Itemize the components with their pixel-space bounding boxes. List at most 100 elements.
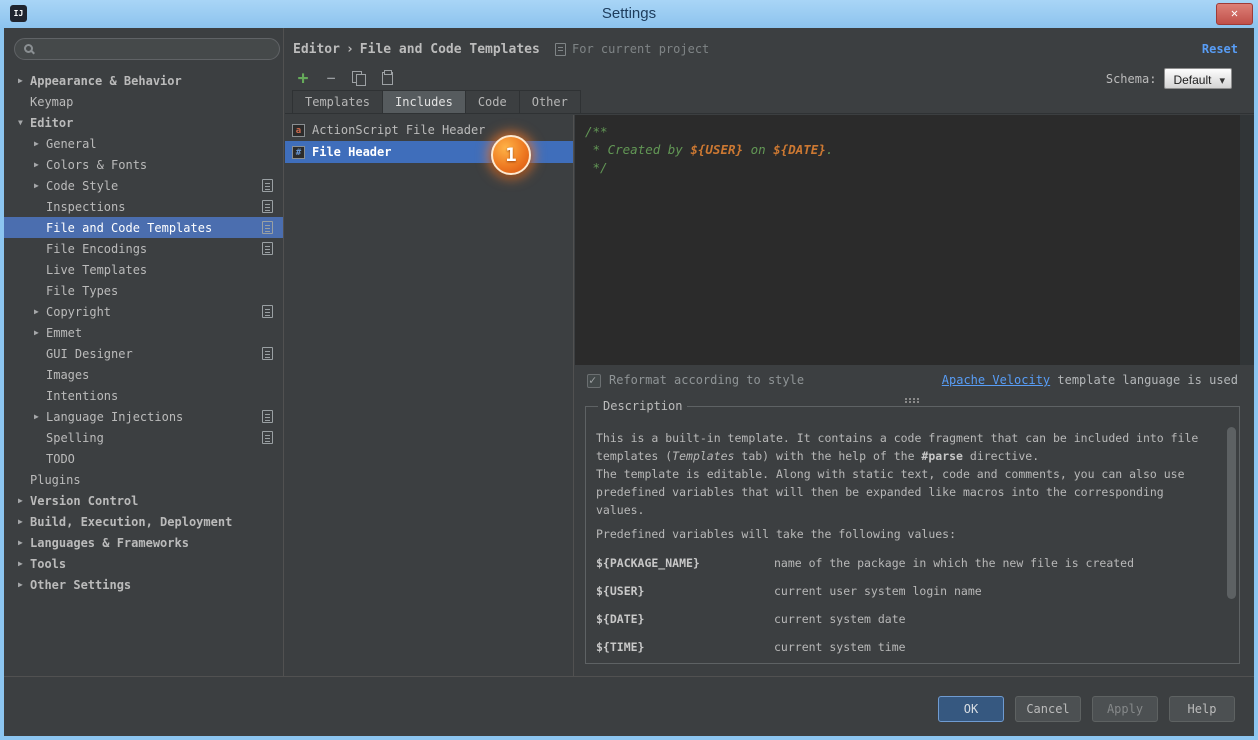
chevron-right-icon[interactable] [34, 181, 46, 190]
code-line-2: * Created by ${USER} on ${DATE}. [585, 142, 834, 157]
editor-scrollbar-track[interactable] [1240, 115, 1254, 365]
variable-row: ${PACKAGE_NAME} name of the package in wh… [596, 549, 1213, 577]
minus-icon [326, 69, 335, 87]
sidebar-item-inspections[interactable]: Inspections [4, 196, 283, 217]
variable-row: ${USER} current user system login name [596, 577, 1213, 605]
sidebar-item-emmet[interactable]: Emmet [4, 322, 283, 343]
sidebar-item-build-execution-deployment[interactable]: Build, Execution, Deployment [4, 511, 283, 532]
schema-dropdown[interactable]: Default [1164, 68, 1232, 89]
breadcrumb: Editor › File and Code Templates [293, 42, 540, 57]
sidebar-item-file-encodings[interactable]: File Encodings [4, 238, 283, 259]
sidebar-item-todo[interactable]: TODO [4, 448, 283, 469]
sidebar-item-languages-frameworks[interactable]: Languages & Frameworks [4, 532, 283, 553]
chevron-right-icon[interactable] [18, 496, 30, 505]
tab-includes[interactable]: Includes [382, 90, 466, 113]
project-scope-icon [555, 42, 566, 56]
sidebar-item-spelling[interactable]: Spelling [4, 427, 283, 448]
description-panel: Description This is a built-in template.… [585, 399, 1240, 664]
tab-templates[interactable]: Templates [292, 90, 384, 113]
sidebar-item-other-settings[interactable]: Other Settings [4, 574, 283, 595]
chevron-right-icon[interactable] [18, 559, 30, 568]
reformat-row: Reformat according to style Apache Veloc… [575, 365, 1254, 397]
reformat-checkbox[interactable] [587, 373, 601, 388]
apply-button[interactable]: Apply [1092, 696, 1158, 722]
schema-label: Schema: [1105, 71, 1157, 86]
per-project-settings-icon [262, 410, 273, 423]
per-project-settings-icon [262, 221, 273, 234]
chevron-right-icon[interactable] [34, 328, 46, 337]
code-line-1: /** [585, 124, 608, 139]
sidebar-item-intentions[interactable]: Intentions [4, 385, 283, 406]
reset-link[interactable]: Reset [1202, 42, 1238, 56]
template-variable-user: ${USER} [690, 142, 744, 157]
sidebar-item-copyright[interactable]: Copyright [4, 301, 283, 322]
titlebar: IJ Settings [0, 0, 1258, 28]
sidebar-item-live-templates[interactable]: Live Templates [4, 259, 283, 280]
include-template-icon: # [292, 145, 305, 159]
sidebar-item-tools[interactable]: Tools [4, 553, 283, 574]
chevron-right-icon[interactable] [34, 139, 46, 148]
chevron-right-icon[interactable] [18, 76, 30, 85]
variable-value: name of the package in which the new fil… [774, 556, 1135, 570]
reformat-label: Reformat according to style [609, 373, 805, 387]
sidebar-item-editor[interactable]: Editor [4, 112, 283, 133]
actionscript-file-icon: a [292, 123, 305, 137]
apache-velocity-link[interactable]: Apache Velocity [942, 373, 1050, 387]
variable-row: ${TIME} current system time [596, 633, 1213, 657]
sidebar-item-file-types[interactable]: File Types [4, 280, 283, 301]
sidebar-item-plugins[interactable]: Plugins [4, 469, 283, 490]
chevron-right-icon[interactable] [18, 580, 30, 589]
sidebar-item-colors-fonts[interactable]: Colors & Fonts [4, 154, 283, 175]
description-text: This is a built-in template. It contains… [596, 429, 1213, 657]
breadcrumb-editor[interactable]: Editor [293, 42, 340, 57]
description-scrollbar-thumb[interactable] [1227, 427, 1236, 599]
cancel-button[interactable]: Cancel [1015, 696, 1081, 722]
tab-other[interactable]: Other [518, 90, 581, 113]
remove-template-button[interactable] [319, 67, 343, 89]
footer-bar: OK Cancel Apply Help [4, 676, 1254, 736]
sidebar-item-gui-designer[interactable]: GUI Designer [4, 343, 283, 364]
sidebar-item-file-and-code-templates[interactable]: File and Code Templates [4, 217, 283, 238]
copy-icon [352, 71, 366, 86]
template-editor[interactable]: /** * Created by ${USER} on ${DATE}. */ [575, 115, 1254, 365]
reset-template-button[interactable] [375, 67, 399, 89]
splitter-grip[interactable] [905, 398, 907, 400]
search-input[interactable] [41, 40, 271, 58]
per-project-settings-icon [262, 242, 273, 255]
chevron-right-icon[interactable] [34, 307, 46, 316]
help-button[interactable]: Help [1169, 696, 1235, 722]
step-annotation-1: 1 [491, 135, 531, 175]
chevron-down-icon[interactable] [18, 118, 30, 127]
copy-template-button[interactable] [347, 67, 371, 89]
chevron-right-icon[interactable] [34, 160, 46, 169]
search-icon [24, 44, 33, 53]
list-item-actionscript-file-header[interactable]: a ActionScript File Header [285, 119, 573, 141]
variable-name: ${TIME} [596, 640, 645, 654]
sidebar-item-general[interactable]: General [4, 133, 283, 154]
variable-name: ${PACKAGE_NAME} [596, 556, 700, 570]
search-box[interactable] [14, 38, 280, 60]
sidebar-item-keymap[interactable]: Keymap [4, 91, 283, 112]
variable-value: current system time [774, 640, 906, 654]
breadcrumb-current: File and Code Templates [359, 42, 540, 57]
add-template-button[interactable] [291, 67, 315, 89]
close-button[interactable] [1216, 3, 1253, 25]
per-project-settings-icon [262, 431, 273, 444]
sidebar-item-appearance-behavior[interactable]: Appearance & Behavior [4, 70, 283, 91]
variable-value: current system date [774, 612, 906, 626]
main-panel: Editor › File and Code Templates For curre… [285, 28, 1254, 676]
sidebar-item-version-control[interactable]: Version Control [4, 490, 283, 511]
sidebar-item-code-style[interactable]: Code Style [4, 175, 283, 196]
chevron-right-icon[interactable] [18, 538, 30, 547]
sidebar-item-language-injections[interactable]: Language Injections [4, 406, 283, 427]
code-line-3: */ [585, 160, 608, 175]
schema-control: Schema: Default [1106, 68, 1232, 89]
description-paragraph-1: This is a built-in template. It contains… [596, 431, 1199, 463]
ok-button[interactable]: OK [938, 696, 1004, 722]
sidebar-tree: Appearance & Behavior Keymap Editor Gene… [4, 70, 283, 595]
sidebar-item-images[interactable]: Images [4, 364, 283, 385]
chevron-right-icon[interactable] [18, 517, 30, 526]
chevron-right-icon[interactable] [34, 412, 46, 421]
scope-label: For current project [572, 42, 710, 56]
tab-code[interactable]: Code [464, 90, 520, 113]
